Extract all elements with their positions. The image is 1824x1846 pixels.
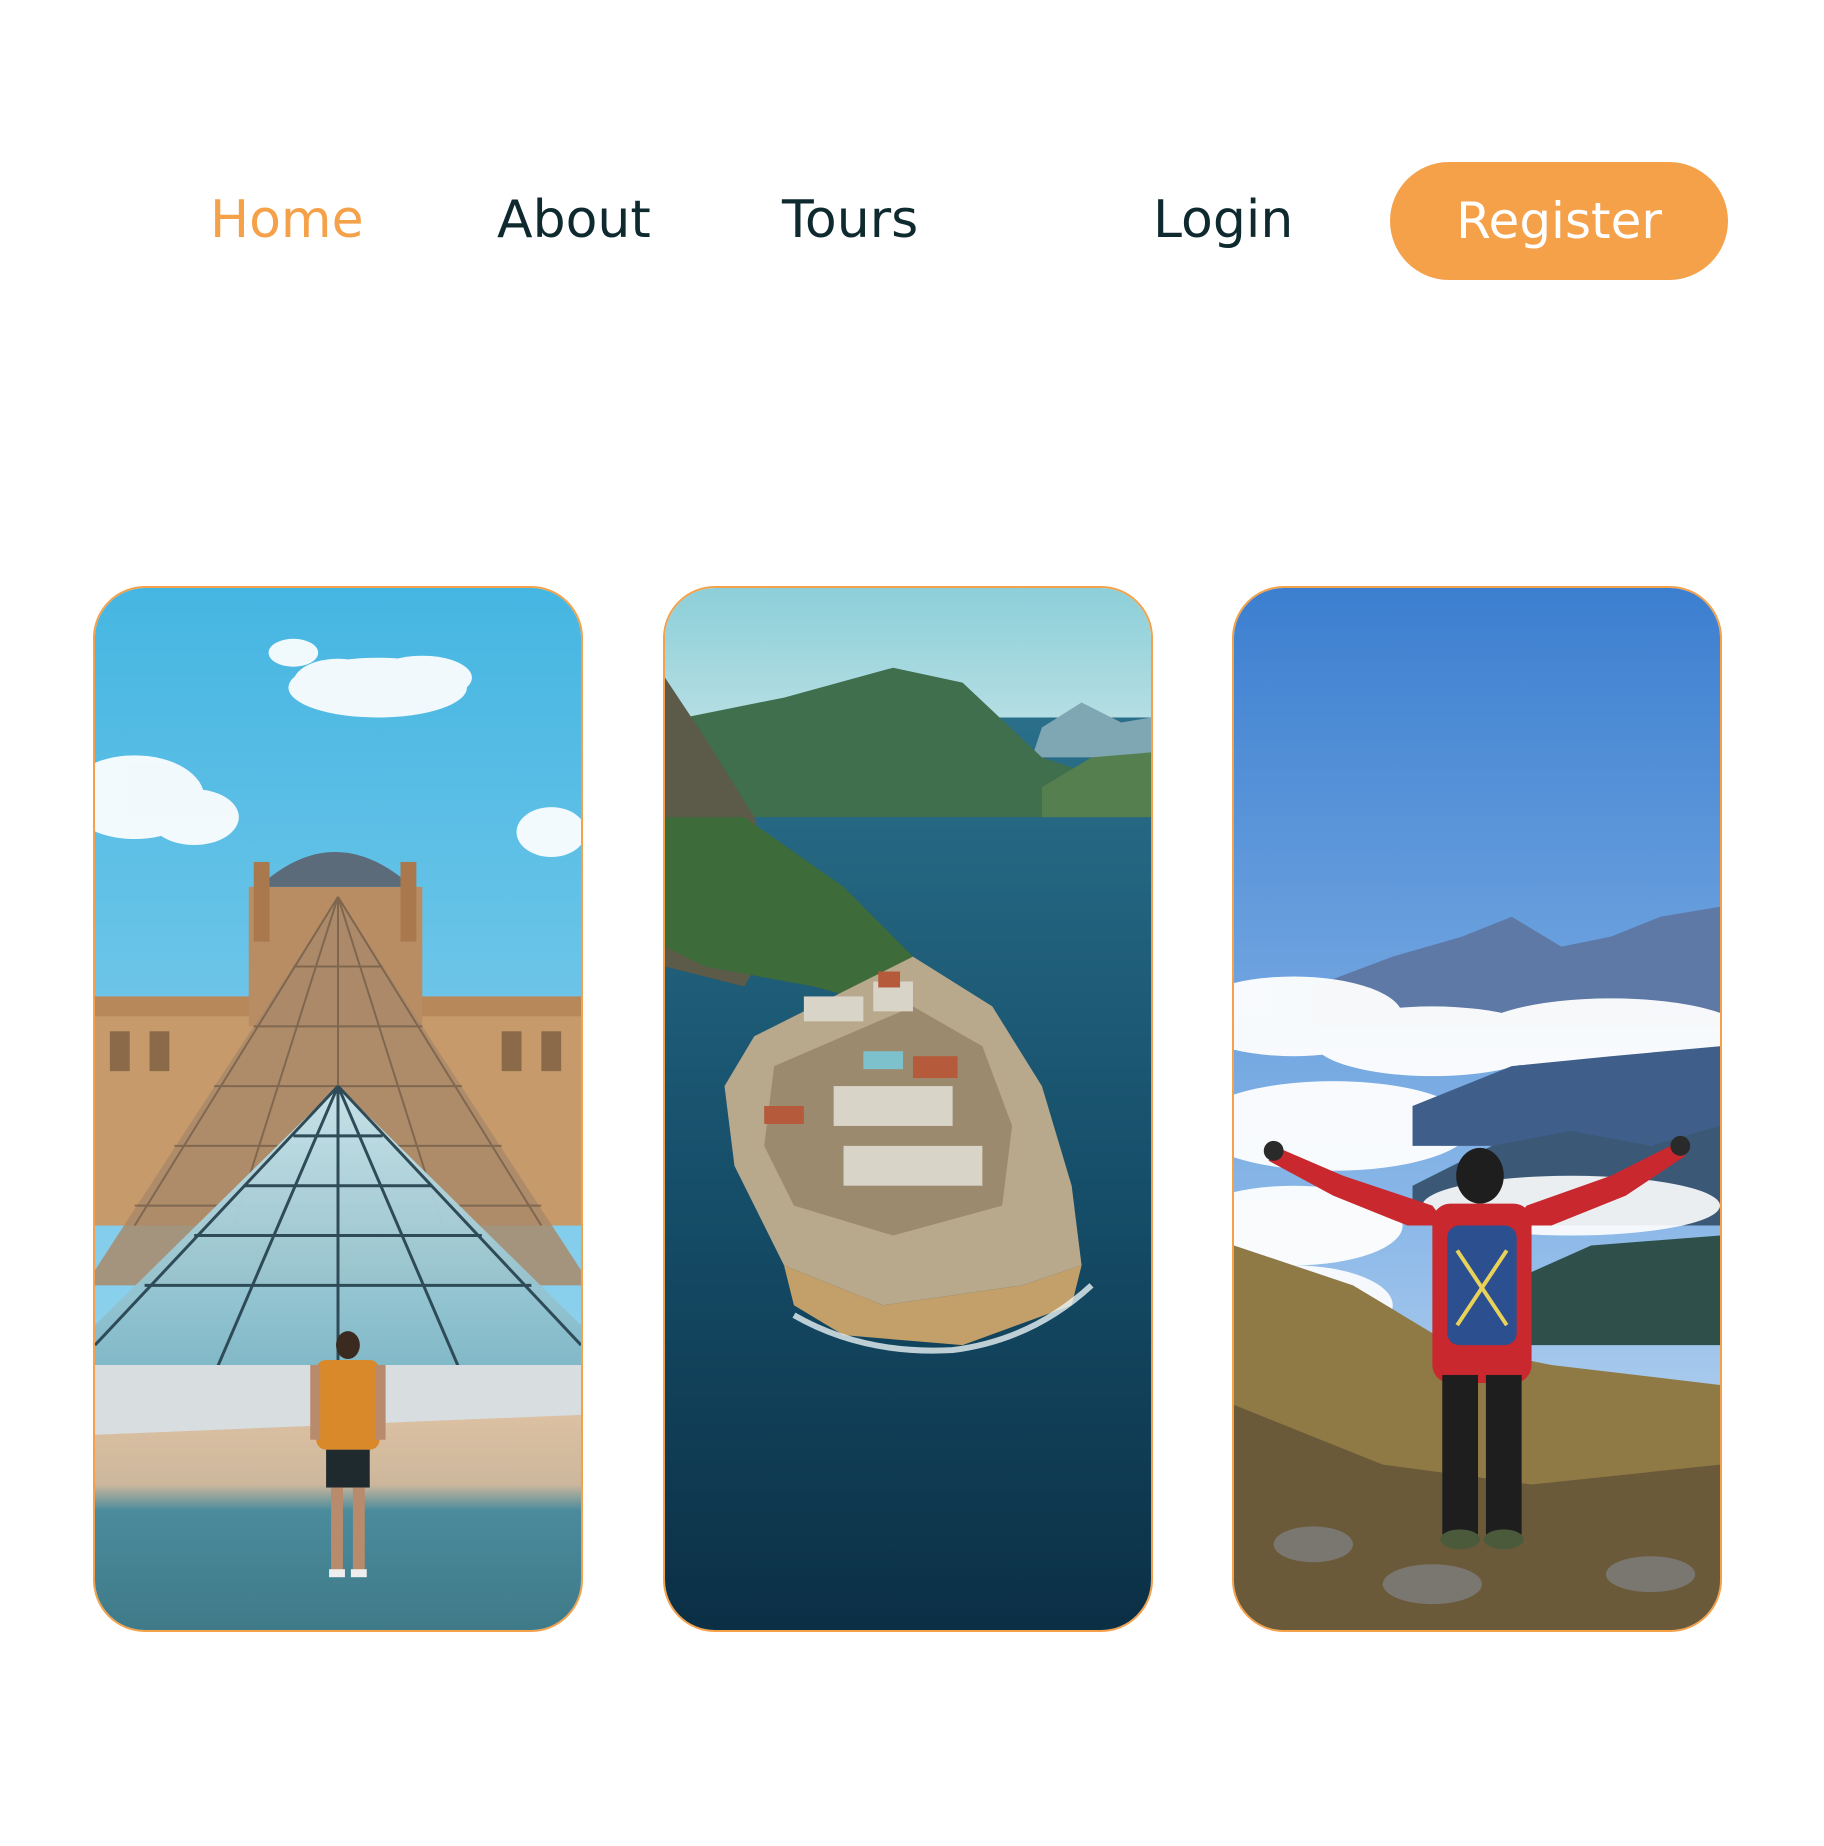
top-navigation: Home About Tours Login Register bbox=[0, 0, 1824, 440]
nav-link-login[interactable]: Login bbox=[1153, 188, 1293, 252]
nav-link-tours[interactable]: Tours bbox=[782, 188, 918, 252]
destination-card-mountain[interactable] bbox=[1232, 586, 1722, 1632]
destination-card-fortress[interactable] bbox=[663, 586, 1153, 1632]
register-button[interactable]: Register bbox=[1390, 162, 1728, 280]
island-fortress-aerial-photo bbox=[665, 588, 1151, 1630]
mountain-hiker-above-clouds-photo bbox=[1234, 588, 1720, 1630]
destination-card-louvre[interactable] bbox=[93, 586, 583, 1632]
nav-link-about[interactable]: About bbox=[497, 188, 651, 252]
nav-link-home[interactable]: Home bbox=[210, 188, 364, 252]
louvre-pyramid-traveler-photo bbox=[95, 588, 581, 1630]
